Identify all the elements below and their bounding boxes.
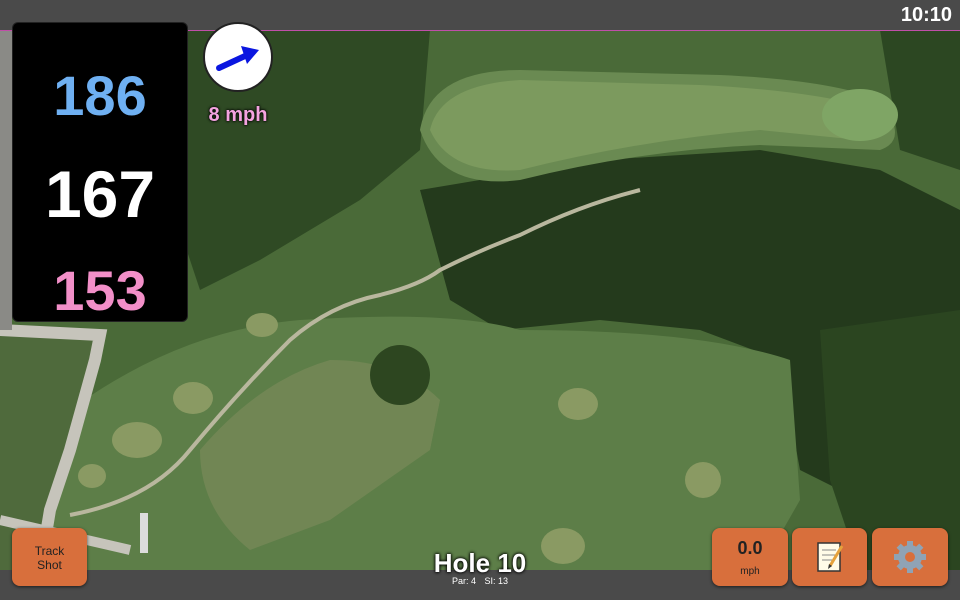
wind-speed: 8 mph xyxy=(208,104,268,126)
hole-info: Par: 4 SI: 13 xyxy=(400,576,560,586)
distance-panel: 186 167 153 xyxy=(12,22,188,322)
arrow-up-right-icon xyxy=(216,46,259,71)
settings-button[interactable] xyxy=(872,528,948,586)
track-shot-label-line1: Track xyxy=(34,544,65,558)
notes-button[interactable] xyxy=(792,528,867,586)
speed-value: 0.0 xyxy=(737,538,763,558)
track-shot-label-line2: Shot xyxy=(37,558,62,572)
notepad-icon xyxy=(817,542,844,572)
wind-indicator xyxy=(203,22,273,92)
distance-back: 186 xyxy=(53,64,147,127)
speed-button[interactable]: 0.0 mph xyxy=(712,528,788,586)
distance-middle: 167 xyxy=(44,157,156,231)
gear-icon xyxy=(894,541,926,573)
hole-par: Par: 4 xyxy=(451,576,476,586)
distance-front: 153 xyxy=(53,259,147,322)
track-shot-button[interactable]: Track Shot xyxy=(12,528,87,586)
hole-title: Hole 10 xyxy=(433,548,527,578)
clock: 10:10 xyxy=(900,4,952,26)
hole-stroke-index: SI: 13 xyxy=(484,576,509,586)
speed-unit: mph xyxy=(740,566,760,577)
